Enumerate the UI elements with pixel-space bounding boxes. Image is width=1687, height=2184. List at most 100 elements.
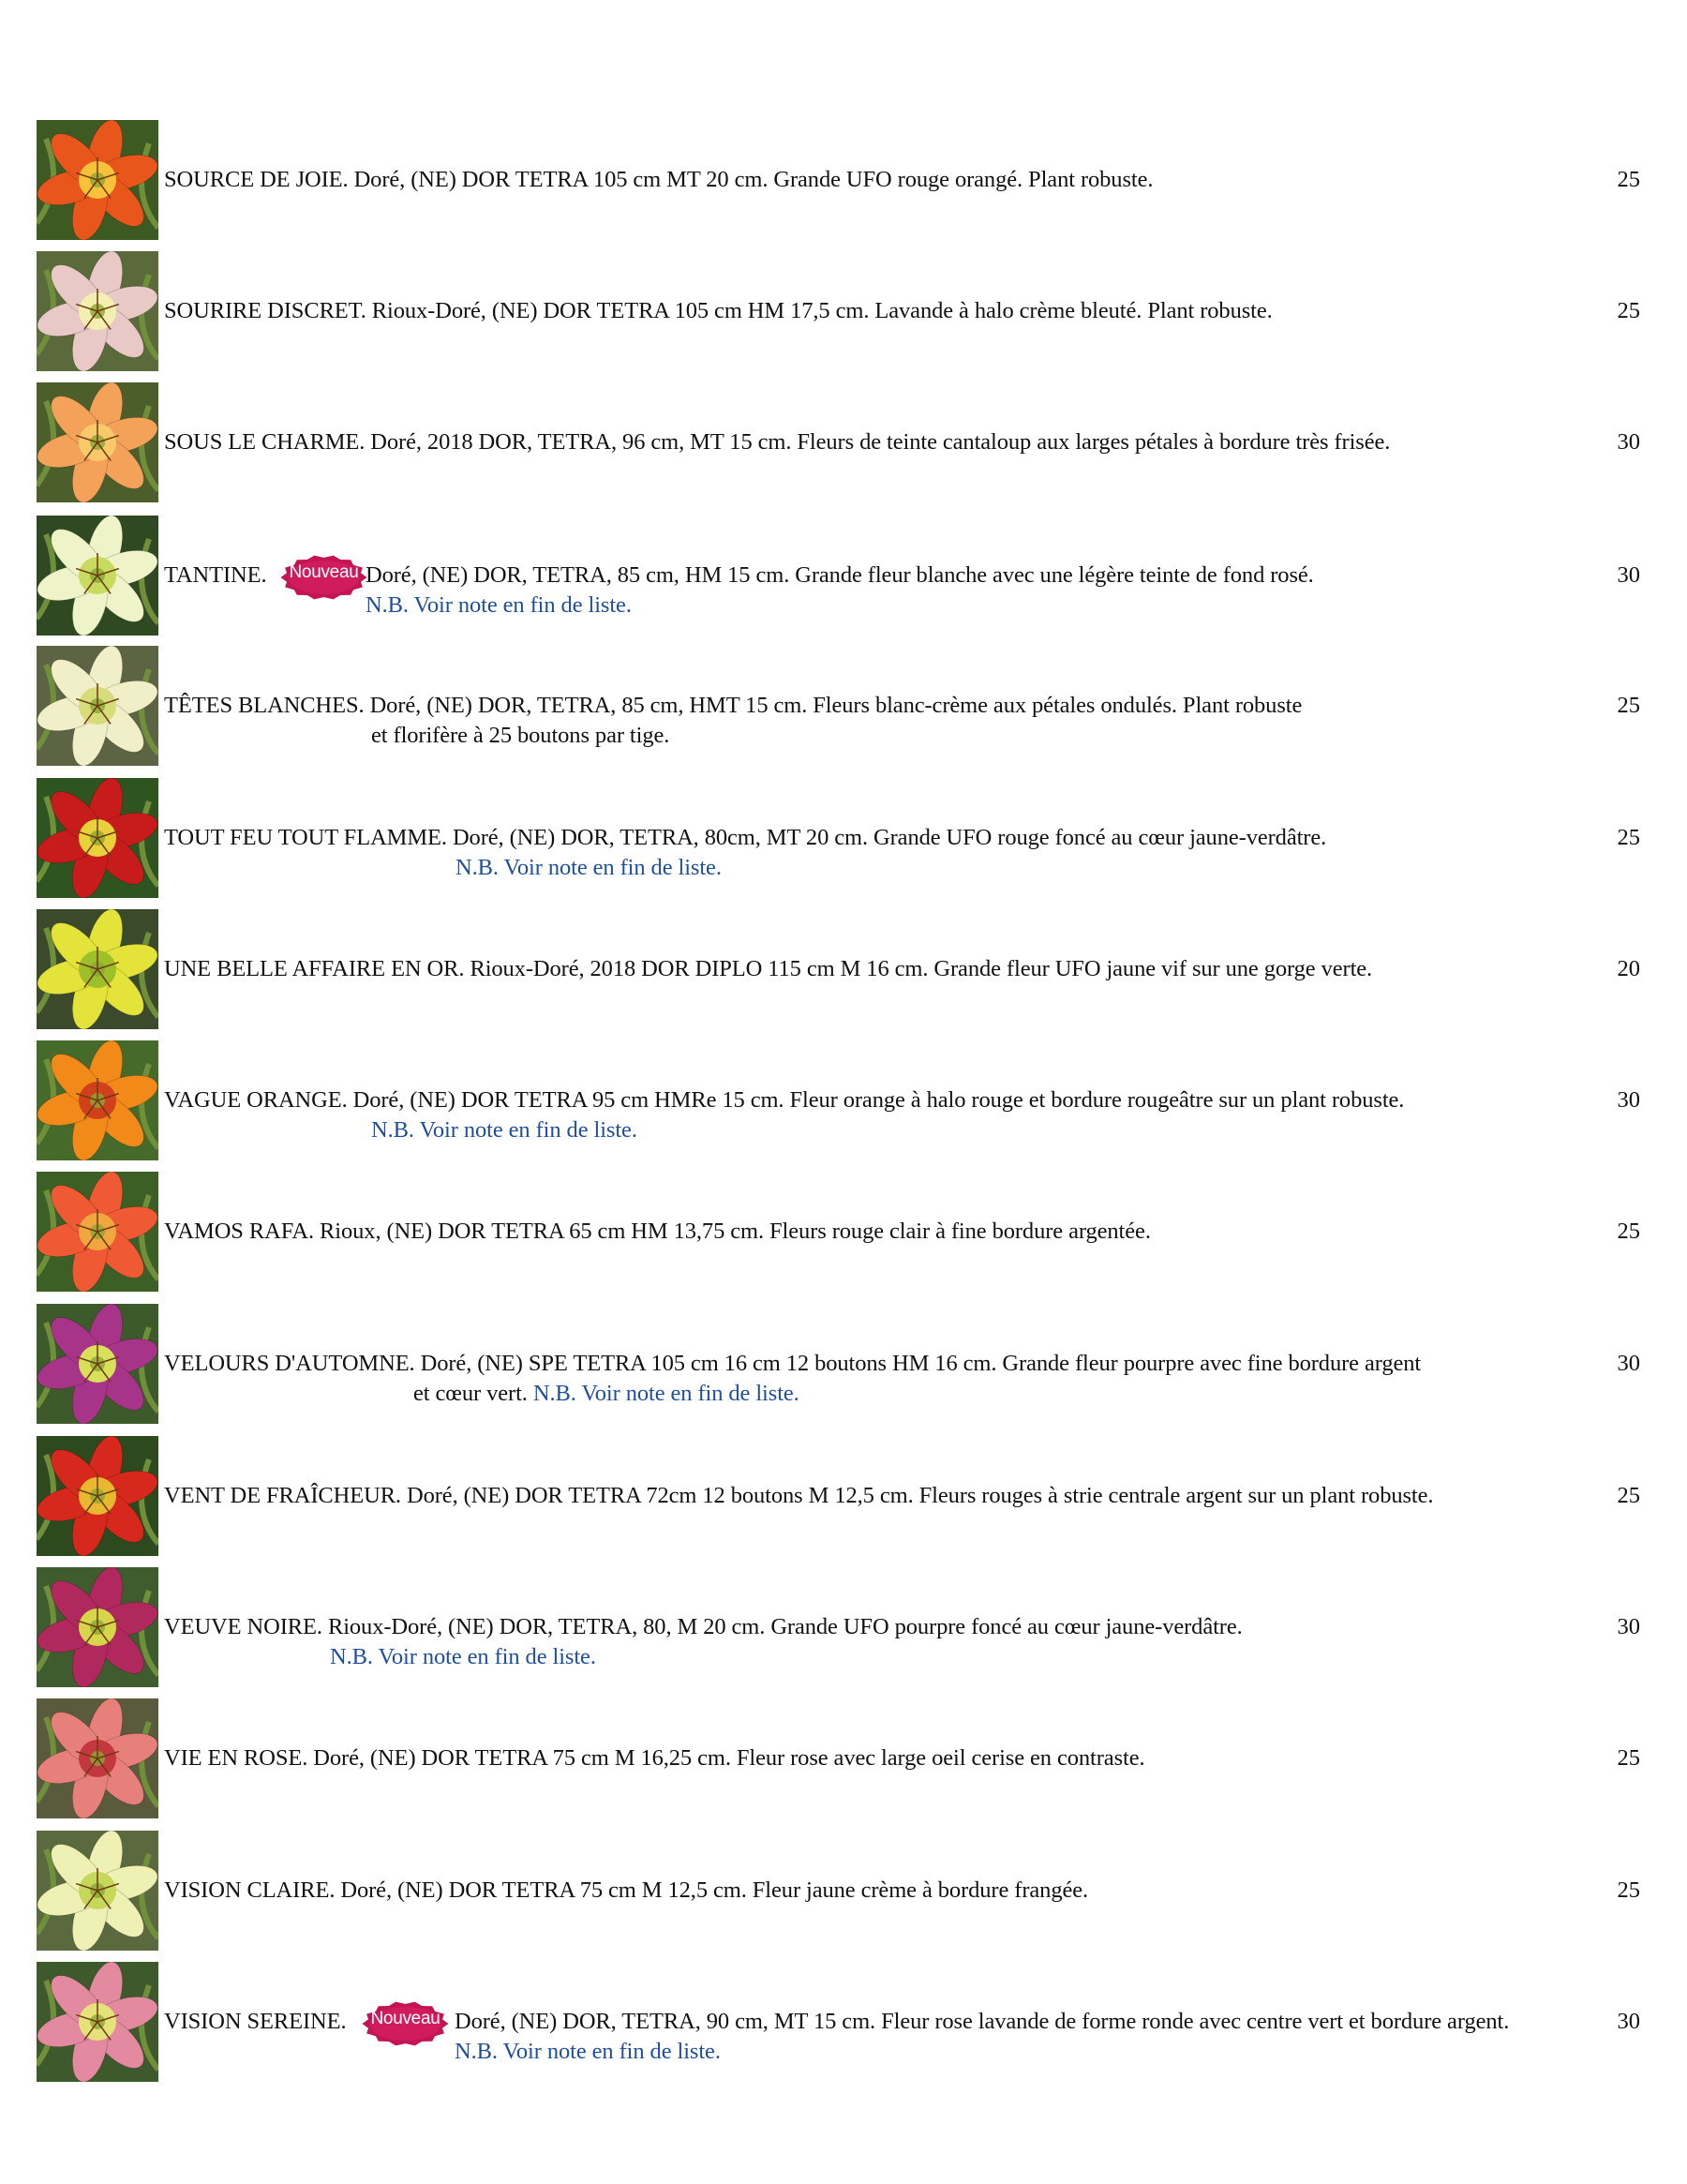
cultivar-description: Rioux-Doré, 2018 DOR DIPLO 115 cm M 16 c… [464,956,1373,981]
price: 30 [1617,1351,1641,1376]
cultivar-name: VISION CLAIRE. [164,1877,336,1903]
entry-line: VIE EN ROSE. Doré, (NE) DOR TETRA 75 cm … [164,1745,1145,1772]
cultivar-name: SOURCE DE JOIE. [164,167,349,192]
price: 25 [1617,1483,1641,1508]
entry-line: TÊTES BLANCHES. Doré, (NE) DOR, TETRA, 8… [164,693,1302,719]
price: 30 [1617,1087,1641,1113]
price: 25 [1617,167,1641,192]
cultivar-name: TANTINE. [164,562,267,588]
entry-line: VISION SEREINE. [164,2009,347,2035]
flower-photo [37,516,158,636]
badge-label: Nouveau [289,562,359,582]
catalog-entry: VEUVE NOIRE. Rioux-Doré, (NE) DOR, TETRA… [0,1567,1687,1687]
entry-continuation: N.B. Voir note en fin de liste. [330,1644,596,1670]
price: 25 [1617,825,1641,850]
price: 20 [1617,956,1641,981]
price: 25 [1617,1219,1641,1244]
entry-continuation: N.B. Voir note en fin de liste. [455,855,722,881]
catalog-entry: SOUS LE CHARME. Doré, 2018 DOR, TETRA, 9… [0,382,1687,502]
catalog-entry: TÊTES BLANCHES. Doré, (NE) DOR, TETRA, 8… [0,646,1687,766]
cultivar-description: Doré, 2018 DOR, TETRA, 96 cm, MT 15 cm. … [365,429,1391,455]
catalog-entry: VIE EN ROSE. Doré, (NE) DOR TETRA 75 cm … [0,1698,1687,1818]
price: 30 [1617,429,1641,455]
cultivar-name: SOURIRE DISCRET. [164,298,366,323]
cultivar-description: Doré, (NE) DOR TETRA 95 cm HMRe 15 cm. F… [347,1087,1405,1113]
flower-photo [37,1831,158,1951]
see-note-link[interactable]: N.B. Voir note en fin de liste. [455,855,722,880]
catalog-entry: VELOURS D'AUTOMNE. Doré, (NE) SPE TETRA … [0,1304,1687,1424]
entry-line: VENT DE FRAÎCHEUR. Doré, (NE) DOR TETRA … [164,1483,1434,1509]
entry-continuation: et cœur vert. N.B. Voir note en fin de l… [413,1381,799,1407]
price: 30 [1617,562,1641,588]
price: 30 [1617,2009,1641,2034]
entry-line: UNE BELLE AFFAIRE EN OR. Rioux-Doré, 201… [164,956,1372,982]
price: 25 [1617,298,1641,323]
cultivar-description: Doré, (NE) DOR TETRA 75 cm M 12,5 cm. Fl… [335,1877,1089,1903]
entry-line: TANTINE. [164,562,267,589]
description-continuation: et florifère à 25 boutons par tige. [371,723,670,748]
flower-photo [37,1567,158,1687]
catalog-entry: UNE BELLE AFFAIRE EN OR. Rioux-Doré, 201… [0,909,1687,1029]
see-note-link[interactable]: N.B. Voir note en fin de liste. [330,1644,596,1669]
price: 25 [1617,1877,1641,1903]
cultivar-description: Doré, (NE) DOR TETRA 72cm 12 boutons M 1… [400,1483,1434,1508]
flower-photo [37,1172,158,1292]
entry-line: SOURCE DE JOIE. Doré, (NE) DOR TETRA 105… [164,167,1154,193]
cultivar-description: Doré, (NE) DOR, TETRA, 90 cm, MT 15 cm. … [455,2009,1510,2034]
badge-label: Nouveau [370,2009,440,2028]
catalog-entry: VAGUE ORANGE. Doré, (NE) DOR TETRA 95 cm… [0,1040,1687,1160]
flower-photo [37,382,158,502]
see-note-link[interactable]: N.B. Voir note en fin de liste. [455,2039,721,2064]
catalog-entry: VISION CLAIRE. Doré, (NE) DOR TETRA 75 c… [0,1831,1687,1951]
cultivar-name: VEUVE NOIRE. [164,1614,322,1639]
cultivar-description: Rioux-Doré, (NE) DOR, TETRA, 80, M 20 cm… [321,1614,1243,1639]
cultivar-description: Doré, (NE) SPE TETRA 105 cm 16 cm 12 bou… [414,1351,1422,1376]
cultivar-name: VISION SEREINE. [164,2009,347,2034]
cultivar-name: TÊTES BLANCHES. [164,693,365,718]
cultivar-name: VAGUE ORANGE. [164,1087,348,1113]
flower-photo [37,1304,158,1424]
entry-continuation: N.B. Voir note en fin de liste. [366,592,632,619]
catalog-entry: VENT DE FRAÎCHEUR. Doré, (NE) DOR TETRA … [0,1436,1687,1556]
catalog-entry: Nouveau Doré, (NE) DOR, TETRA, 90 cm, MT … [0,1962,1687,2082]
cultivar-name: VELOURS D'AUTOMNE. [164,1351,415,1376]
entry-line: VAMOS RAFA. Rioux, (NE) DOR TETRA 65 cm … [164,1219,1151,1245]
see-note-link[interactable]: N.B. Voir note en fin de liste. [371,1117,637,1143]
catalog-entry: SOURCE DE JOIE. Doré, (NE) DOR TETRA 105… [0,120,1687,240]
catalog-entry: VAMOS RAFA. Rioux, (NE) DOR TETRA 65 cm … [0,1172,1687,1292]
entry-line: SOUS LE CHARME. Doré, 2018 DOR, TETRA, 9… [164,429,1390,456]
entry-line: SOURIRE DISCRET. Rioux-Doré, (NE) DOR TE… [164,298,1273,324]
description-continuation: et cœur vert. [413,1381,528,1406]
entry-continuation: N.B. Voir note en fin de liste. [455,2039,721,2065]
entry-line: VEUVE NOIRE. Rioux-Doré, (NE) DOR, TETRA… [164,1614,1243,1640]
flower-photo [37,646,158,766]
entry-continuation: et florifère à 25 boutons par tige. [371,723,669,749]
cultivar-description: Rioux, (NE) DOR TETRA 65 cm HM 13,75 cm.… [314,1219,1151,1244]
flower-photo [37,120,158,240]
catalog-entry: Nouveau Doré, (NE) DOR, TETRA, 85 cm, HM … [0,516,1687,636]
cultivar-name: VAMOS RAFA. [164,1219,315,1244]
entry-line: VISION CLAIRE. Doré, (NE) DOR TETRA 75 c… [164,1877,1088,1904]
flower-photo [37,1040,158,1160]
cultivar-name: VENT DE FRAÎCHEUR. [164,1483,401,1508]
see-note-link[interactable]: N.B. Voir note en fin de liste. [533,1381,799,1406]
entry-line: VAGUE ORANGE. Doré, (NE) DOR TETRA 95 cm… [164,1087,1404,1114]
cultivar-name: SOUS LE CHARME. [164,429,366,455]
flower-photo [37,1698,158,1818]
cultivar-description: Doré, (NE) DOR, TETRA, 80cm, MT 20 cm. G… [446,825,1327,850]
cultivar-name: UNE BELLE AFFAIRE EN OR. [164,956,465,981]
nouveau-badge: Nouveau [279,553,368,602]
entry-continuation: N.B. Voir note en fin de liste. [371,1117,637,1144]
cultivar-name: VIE EN ROSE. [164,1745,308,1771]
catalog-entry: SOURIRE DISCRET. Rioux-Doré, (NE) DOR TE… [0,251,1687,371]
entry-line: VELOURS D'AUTOMNE. Doré, (NE) SPE TETRA … [164,1351,1421,1377]
cultivar-description: Doré, (NE) DOR TETRA 75 cm M 16,25 cm. F… [307,1745,1145,1771]
entry-line: TOUT FEU TOUT FLAMME. Doré, (NE) DOR, TE… [164,825,1326,851]
flower-photo [37,778,158,898]
see-note-link[interactable]: N.B. Voir note en fin de liste. [366,592,632,618]
flower-photo [37,251,158,371]
flower-photo [37,909,158,1029]
cultivar-description: Doré, (NE) DOR, TETRA, 85 cm, HM 15 cm. … [366,562,1314,588]
cultivar-name: TOUT FEU TOUT FLAMME. [164,825,447,850]
price: 25 [1617,693,1641,718]
